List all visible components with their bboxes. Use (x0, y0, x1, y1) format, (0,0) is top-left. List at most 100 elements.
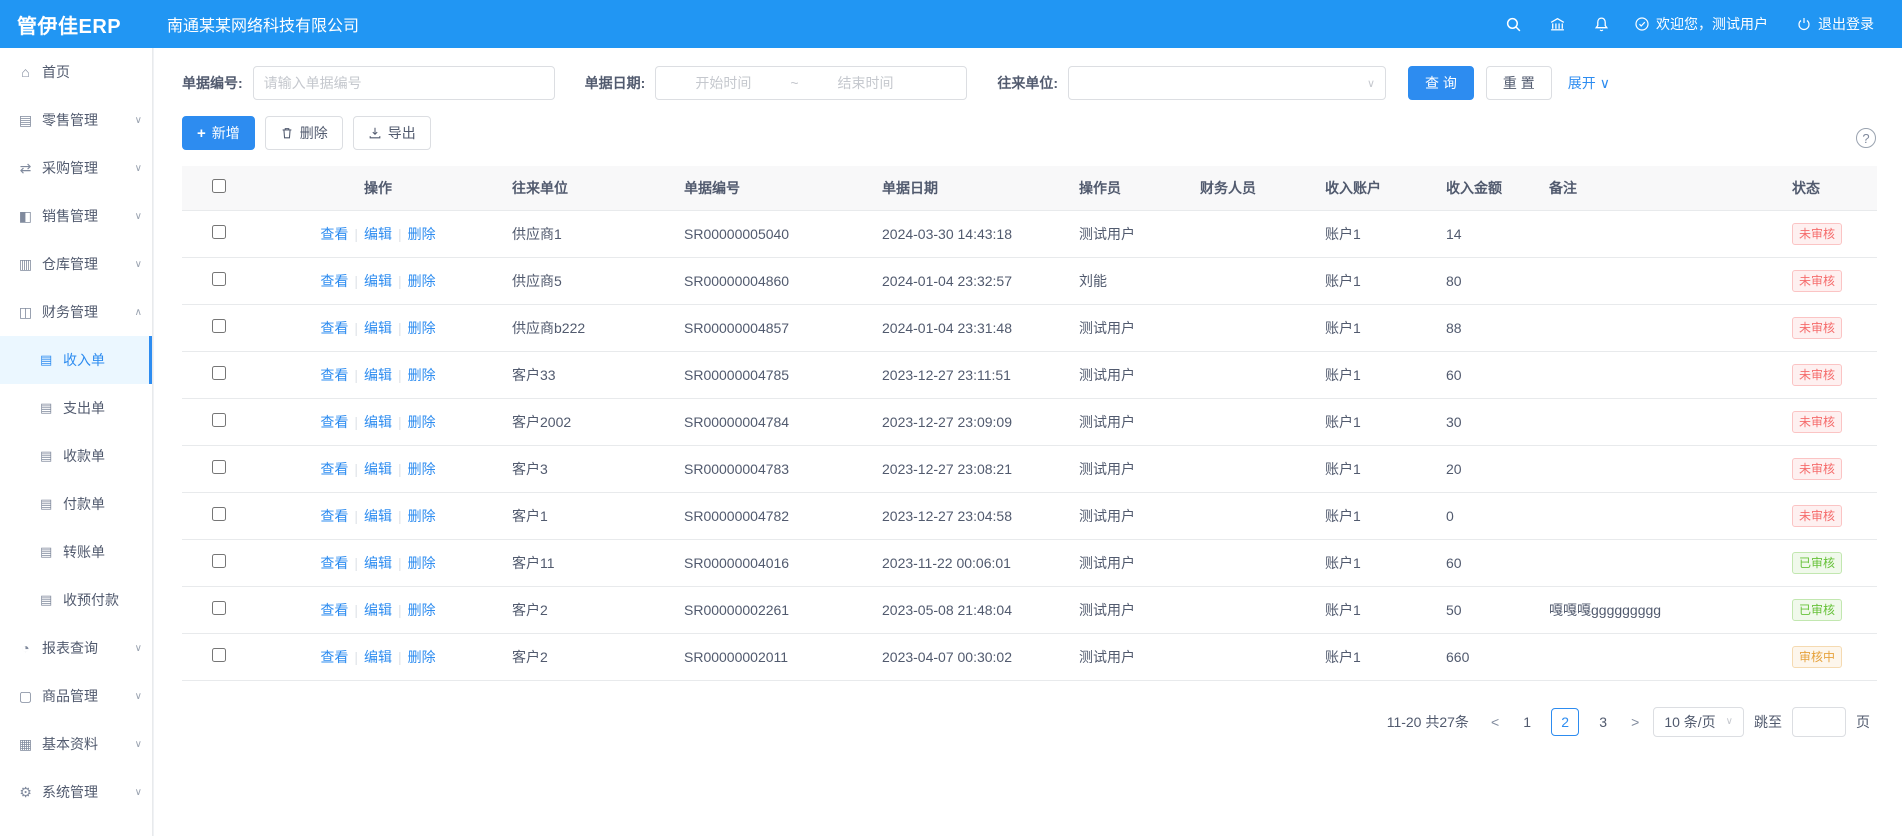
row-action-delete[interactable]: 删除 (408, 367, 436, 383)
row-action-edit[interactable]: 编辑 (364, 226, 392, 242)
row-checkbox[interactable] (212, 460, 226, 474)
row-checkbox[interactable] (212, 507, 226, 521)
row-action-delete[interactable]: 删除 (408, 555, 436, 571)
row-action-view[interactable]: 查看 (320, 555, 348, 571)
row-checkbox[interactable] (212, 648, 226, 662)
reset-button[interactable]: 重 置 (1486, 66, 1552, 100)
row-action-delete[interactable]: 删除 (408, 273, 436, 289)
row-action-edit[interactable]: 编辑 (364, 555, 392, 571)
row-action-view[interactable]: 查看 (320, 273, 348, 289)
jump-unit: 页 (1856, 712, 1870, 732)
bill-no-input[interactable] (253, 66, 555, 100)
action-divider: | (398, 320, 402, 336)
row-action-delete[interactable]: 删除 (408, 461, 436, 477)
row-action-edit[interactable]: 编辑 (364, 602, 392, 618)
date-range-picker[interactable]: ~ (655, 66, 967, 100)
sidebar-subitem-advance[interactable]: ▤收预付款 (0, 576, 152, 624)
row-action-edit[interactable]: 编辑 (364, 414, 392, 430)
sidebar-item-system[interactable]: ⚙系统管理∨ (0, 768, 152, 816)
pagination-page-2[interactable]: 2 (1551, 708, 1579, 736)
action-divider: | (354, 649, 358, 665)
welcome-user: 欢迎您，测试用户 (1634, 14, 1768, 34)
row-checkbox[interactable] (212, 225, 226, 239)
sidebar-item-sales[interactable]: ◧销售管理∨ (0, 192, 152, 240)
row-action-view[interactable]: 查看 (320, 461, 348, 477)
help-icon[interactable]: ? (1856, 128, 1876, 148)
row-action-edit[interactable]: 编辑 (364, 649, 392, 665)
sidebar-subitem-expense[interactable]: ▤支出单 (0, 384, 152, 432)
expand-filters-link[interactable]: 展开 ∨ (1568, 73, 1610, 93)
cell-finance (1188, 492, 1313, 539)
search-button[interactable]: 查 询 (1408, 66, 1474, 100)
row-checkbox[interactable] (212, 366, 226, 380)
row-action-edit[interactable]: 编辑 (364, 273, 392, 289)
sidebar-item-finance[interactable]: ◫财务管理∧ (0, 288, 152, 336)
add-button[interactable]: + 新增 (182, 116, 255, 150)
pagination-page-1[interactable]: 1 (1513, 708, 1541, 736)
expand-label: 展开 (1568, 75, 1596, 91)
row-action-delete[interactable]: 删除 (408, 226, 436, 242)
pagination-next[interactable]: > (1627, 714, 1643, 730)
sidebar-item-retail[interactable]: ▤零售管理∨ (0, 96, 152, 144)
row-action-view[interactable]: 查看 (320, 367, 348, 383)
select-all-checkbox[interactable] (212, 179, 226, 193)
row-action-view[interactable]: 查看 (320, 226, 348, 242)
date-start-input[interactable] (664, 75, 782, 91)
partner-select[interactable]: ∨ (1068, 66, 1386, 100)
sidebar-subitem-transfer[interactable]: ▤转账单 (0, 528, 152, 576)
action-divider: | (398, 367, 402, 383)
row-action-delete[interactable]: 删除 (408, 320, 436, 336)
sidebar-item-report[interactable]: ◔报表查询∨ (0, 624, 152, 672)
jump-input[interactable] (1792, 707, 1846, 737)
row-action-delete[interactable]: 删除 (408, 414, 436, 430)
delete-button[interactable]: 删除 (265, 116, 343, 150)
sidebar-item-basic[interactable]: ▦基本资料∨ (0, 720, 152, 768)
organization-icon[interactable] (1546, 13, 1568, 35)
notification-bell-icon[interactable] (1590, 13, 1612, 35)
logout-label: 退出登录 (1818, 14, 1874, 34)
export-button[interactable]: 导出 (353, 116, 431, 150)
sidebar-item-home[interactable]: ⌂首页 (0, 48, 152, 96)
table-body: 查看|编辑|删除供应商1SR000000050402024-03-30 14:4… (182, 210, 1877, 680)
row-action-delete[interactable]: 删除 (408, 602, 436, 618)
cell-remark (1537, 539, 1780, 586)
row-action-edit[interactable]: 编辑 (364, 461, 392, 477)
action-divider: | (354, 555, 358, 571)
row-action-edit[interactable]: 编辑 (364, 508, 392, 524)
row-action-view[interactable]: 查看 (320, 414, 348, 430)
row-action-delete[interactable]: 删除 (408, 649, 436, 665)
pagination-total: 11-20 共27条 (1387, 712, 1469, 732)
trash-icon (280, 126, 294, 140)
cell-actions: 查看|编辑|删除 (256, 351, 500, 398)
sidebar-subitem-payment[interactable]: ▤付款单 (0, 480, 152, 528)
action-divider: | (354, 273, 358, 289)
sidebar-subitem-receipt[interactable]: ▤收款单 (0, 432, 152, 480)
company-name: 南通某某网络科技有限公司 (167, 12, 359, 36)
row-action-delete[interactable]: 删除 (408, 508, 436, 524)
sidebar-item-goods[interactable]: ▢商品管理∨ (0, 672, 152, 720)
row-action-edit[interactable]: 编辑 (364, 367, 392, 383)
row-checkbox[interactable] (212, 554, 226, 568)
sidebar-item-warehouse[interactable]: ▥仓库管理∨ (0, 240, 152, 288)
action-divider: | (354, 508, 358, 524)
sidebar-item-purchase[interactable]: ⇄采购管理∨ (0, 144, 152, 192)
cell-amount: 60 (1434, 351, 1537, 398)
status-badge: 未审核 (1792, 317, 1842, 339)
row-action-view[interactable]: 查看 (320, 320, 348, 336)
row-action-view[interactable]: 查看 (320, 649, 348, 665)
pagination-prev[interactable]: < (1487, 714, 1503, 730)
row-action-view[interactable]: 查看 (320, 602, 348, 618)
page-size-select[interactable]: 10 条/页∨ (1653, 707, 1744, 737)
cell-partner: 客户2002 (500, 398, 672, 445)
pagination-page-3[interactable]: 3 (1589, 708, 1617, 736)
row-checkbox[interactable] (212, 272, 226, 286)
sidebar-subitem-income[interactable]: ▤收入单 (0, 336, 152, 384)
row-checkbox[interactable] (212, 601, 226, 615)
row-action-edit[interactable]: 编辑 (364, 320, 392, 336)
date-end-input[interactable] (807, 75, 925, 91)
row-checkbox[interactable] (212, 319, 226, 333)
logout-button[interactable]: 退出登录 (1796, 14, 1874, 34)
row-checkbox[interactable] (212, 413, 226, 427)
row-action-view[interactable]: 查看 (320, 508, 348, 524)
search-icon[interactable] (1502, 13, 1524, 35)
